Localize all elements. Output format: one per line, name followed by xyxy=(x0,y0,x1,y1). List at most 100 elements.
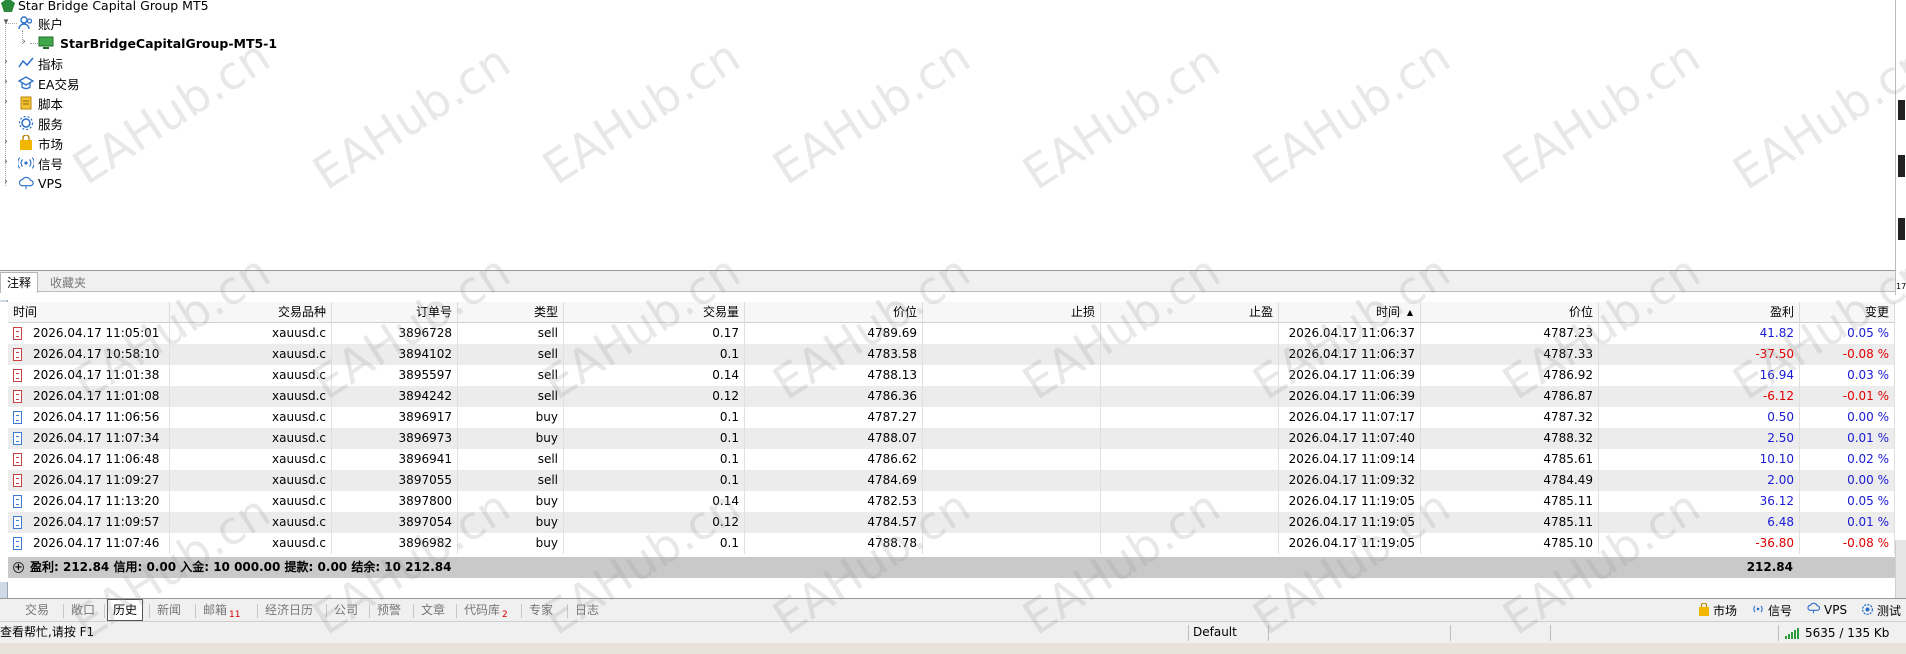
cell-close-time: 2026.04.17 11:06:37 xyxy=(1279,344,1421,365)
cell-volume: 0.12 xyxy=(564,512,745,533)
cell-symbol: xauusd.c xyxy=(170,323,332,344)
cell-type: sell xyxy=(458,386,564,407)
cell-close-time: 2026.04.17 11:09:32 xyxy=(1279,470,1421,491)
bottom-tab[interactable]: 敞口 xyxy=(66,601,100,621)
col-volume[interactable]: 交易量 xyxy=(564,302,745,323)
cell-close-price: 4785.61 xyxy=(1421,449,1599,470)
col-open-time[interactable]: 时间 xyxy=(8,302,170,323)
bottom-tab[interactable]: 历史 xyxy=(107,599,144,621)
nav-item-label: 市场 xyxy=(38,136,64,152)
vps-icon xyxy=(1806,602,1821,617)
cell-tp xyxy=(1101,407,1279,428)
bottom-tab[interactable]: 新闻 xyxy=(152,601,186,621)
table-row[interactable]: 2026.04.17 11:01:38 xauusd.c 3895597 sell 0.… xyxy=(8,365,1895,386)
cell-change: 0.01 % xyxy=(1800,512,1895,533)
bottom-tab[interactable]: 邮箱 11 xyxy=(198,601,245,621)
expand-plus-icon[interactable]: + xyxy=(13,562,24,573)
bottom-tab-label: 交易 xyxy=(25,603,50,617)
chevron-right-icon[interactable]: › xyxy=(0,77,12,87)
cell-open-price: 4789.69 xyxy=(745,323,923,344)
col-change[interactable]: 变更 xyxy=(1800,302,1895,323)
cell-sl xyxy=(923,449,1101,470)
table-row[interactable]: 2026.04.17 11:09:27 xauusd.c 3897055 sell 0.… xyxy=(8,470,1895,491)
bottom-tab[interactable]: 专家 xyxy=(524,601,558,621)
toolbar-button-tester[interactable]: 测试 xyxy=(1861,602,1901,619)
cell-sl xyxy=(923,470,1101,491)
cell-ticket: 3896728 xyxy=(332,323,458,344)
toolbar-button-label: 信号 xyxy=(1768,604,1793,618)
chevron-right-icon[interactable]: › xyxy=(0,177,12,187)
vertical-scrollbar[interactable] xyxy=(1895,540,1906,598)
nav-item-label: 服务 xyxy=(38,116,64,132)
bottom-tab-label: 专家 xyxy=(529,603,554,617)
table-row[interactable]: 2026.04.17 11:05:01 xauusd.c 3896728 sell 0.… xyxy=(8,323,1895,344)
cell-symbol: xauusd.c xyxy=(170,491,332,512)
col-take-profit[interactable]: 止盈 xyxy=(1101,302,1279,323)
bottom-tab[interactable]: 交易 xyxy=(20,601,54,621)
table-row[interactable]: 2026.04.17 11:06:48 xauusd.c 3896941 sell 0.… xyxy=(8,449,1895,470)
cell-profit: 10.10 xyxy=(1599,449,1800,470)
market-icon xyxy=(1698,601,1710,619)
col-ticket[interactable]: 订单号 xyxy=(332,302,458,323)
col-symbol[interactable]: 交易品种 xyxy=(170,302,332,323)
col-profit[interactable]: 盈利 xyxy=(1599,302,1800,323)
chevron-right-icon[interactable]: › xyxy=(0,137,12,147)
cell-open-time: 2026.04.17 11:01:08 xyxy=(8,386,170,407)
chevron-right-icon[interactable]: › xyxy=(0,97,12,107)
cell-open-time: 2026.04.17 11:01:38 xyxy=(8,365,170,386)
bottom-tab[interactable]: 预警 xyxy=(372,601,406,621)
cell-open-price: 4788.78 xyxy=(745,533,923,554)
navigator-panel: Star Bridge Capital Group MT5 ▾ 账户 › Sta… xyxy=(0,0,1895,270)
sort-ascending-icon: ▲ xyxy=(1406,308,1413,317)
cell-profit: 2.50 xyxy=(1599,428,1800,449)
bottom-tab[interactable]: 文章 xyxy=(416,601,450,621)
chevron-right-icon[interactable]: › xyxy=(18,37,30,47)
table-row[interactable]: 2026.04.17 10:58:10 xauusd.c 3894102 sell 0.… xyxy=(8,344,1895,365)
bottom-tab[interactable]: 经济日历 xyxy=(260,601,318,621)
tab-favorites[interactable]: 收藏夹 xyxy=(44,274,92,293)
table-row[interactable]: 2026.04.17 11:07:34 xauusd.c 3896973 buy 0.1… xyxy=(8,428,1895,449)
cell-tp xyxy=(1101,491,1279,512)
cell-change: -0.08 % xyxy=(1800,344,1895,365)
cell-change: 0.01 % xyxy=(1800,428,1895,449)
chevron-down-icon[interactable]: ▾ xyxy=(0,17,12,27)
cell-open-time: 2026.04.17 10:58:10 xyxy=(8,344,170,365)
tester-icon xyxy=(1861,603,1874,619)
cell-close-price: 4787.32 xyxy=(1421,407,1599,428)
table-row[interactable]: 2026.04.17 11:09:57 xauusd.c 3897054 buy 0.1… xyxy=(8,512,1895,533)
table-row[interactable]: 2026.04.17 11:01:08 xauusd.c 3894242 sell 0.… xyxy=(8,386,1895,407)
col-open-price[interactable]: 价位 xyxy=(745,302,923,323)
bottom-tab[interactable]: 公司 xyxy=(329,601,363,621)
cell-type: buy xyxy=(458,428,564,449)
col-type[interactable]: 类型 xyxy=(458,302,564,323)
col-stop-loss[interactable]: 止损 xyxy=(923,302,1101,323)
cell-type: buy xyxy=(458,407,564,428)
chevron-right-icon[interactable]: › xyxy=(0,57,12,67)
toolbar-button-signals[interactable]: 信号 xyxy=(1751,602,1792,619)
bottom-tab[interactable]: 代码库 2 xyxy=(459,601,513,621)
bottom-tab-label: 历史 xyxy=(113,603,138,617)
chevron-right-icon[interactable]: › xyxy=(0,157,12,167)
table-row[interactable]: 2026.04.17 11:07:46 xauusd.c 3896982 buy 0.1… xyxy=(8,533,1895,554)
cell-close-price: 4784.49 xyxy=(1421,470,1599,491)
cell-close-time: 2026.04.17 11:09:14 xyxy=(1279,449,1421,470)
cell-open-price: 4786.36 xyxy=(745,386,923,407)
col-close-price[interactable]: 价位 xyxy=(1421,302,1599,323)
cell-volume: 0.1 xyxy=(564,344,745,365)
toolbar-button-market[interactable]: 市场 xyxy=(1698,601,1737,619)
scripts-icon xyxy=(18,95,34,111)
table-row[interactable]: 2026.04.17 11:06:56 xauusd.c 3896917 buy 0.1… xyxy=(8,407,1895,428)
cell-close-price: 4786.87 xyxy=(1421,386,1599,407)
table-row[interactable]: 2026.04.17 11:13:20 xauusd.c 3897800 buy 0.1… xyxy=(8,491,1895,512)
col-close-time[interactable]: 时间 ▲ xyxy=(1279,302,1421,323)
cell-symbol: xauusd.c xyxy=(170,386,332,407)
cell-sl xyxy=(923,533,1101,554)
bottom-tab[interactable]: 日志 xyxy=(570,601,604,621)
cell-volume: 0.1 xyxy=(564,533,745,554)
toolbar-button-vps[interactable]: VPS xyxy=(1806,602,1847,617)
status-profile[interactable]: Default xyxy=(1193,622,1237,644)
cell-type: sell xyxy=(458,323,564,344)
tab-comments[interactable]: 注释 xyxy=(0,272,39,293)
status-connection[interactable]: 5635 / 135 Kb xyxy=(1785,622,1889,644)
cell-sl xyxy=(923,512,1101,533)
